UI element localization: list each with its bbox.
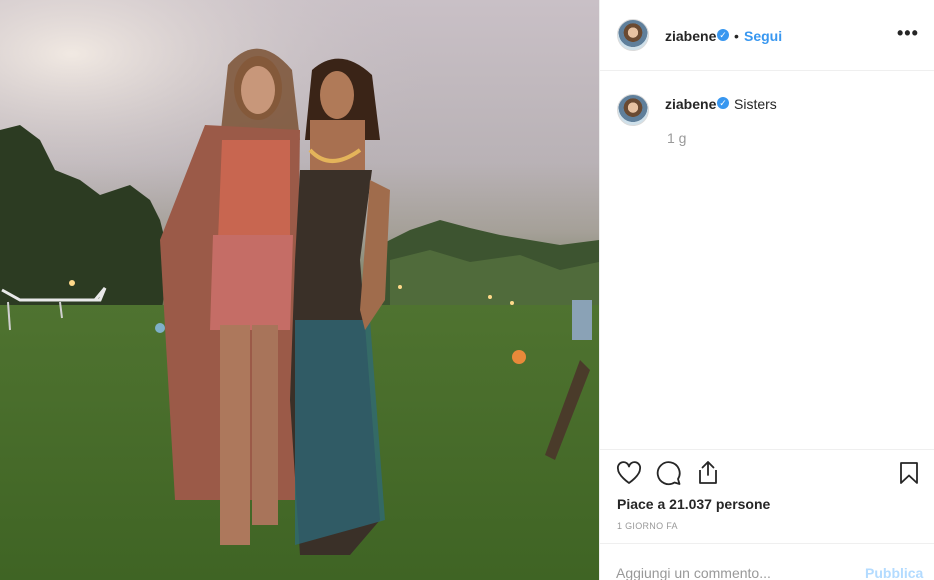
publish-button[interactable]: Pubblica: [865, 565, 923, 580]
actions-divider: [600, 449, 934, 450]
caption-text: Sisters: [734, 96, 777, 112]
separator-dot: •: [734, 28, 739, 44]
post-photo: [0, 0, 599, 580]
caption-username[interactable]: ziabene: [665, 96, 716, 112]
comment-icon[interactable]: [656, 460, 682, 486]
post-side-panel: ziabene ✓ • Segui ••• ziabene ✓ Sisters …: [599, 0, 934, 580]
caption-timestamp[interactable]: 1 g: [667, 130, 686, 146]
more-options-icon[interactable]: •••: [897, 23, 919, 44]
follow-button[interactable]: Segui: [744, 28, 782, 44]
comment-input[interactable]: [616, 564, 846, 580]
share-icon[interactable]: [696, 459, 720, 485]
comment-bar: Pubblica: [600, 543, 934, 580]
post-header: ziabene ✓ • Segui •••: [600, 0, 934, 71]
header-username[interactable]: ziabene: [665, 28, 716, 44]
caption-avatar[interactable]: [617, 94, 649, 126]
bookmark-icon[interactable]: [899, 461, 919, 485]
verified-badge-icon: ✓: [717, 29, 729, 41]
post-date[interactable]: 1 GIORNO FA: [617, 521, 678, 531]
avatar[interactable]: [617, 19, 649, 51]
heart-icon[interactable]: [616, 461, 642, 485]
verified-badge-icon: ✓: [717, 97, 729, 109]
like-count[interactable]: Piace a 21.037 persone: [617, 496, 770, 512]
post-photo-illustration: [0, 0, 599, 580]
